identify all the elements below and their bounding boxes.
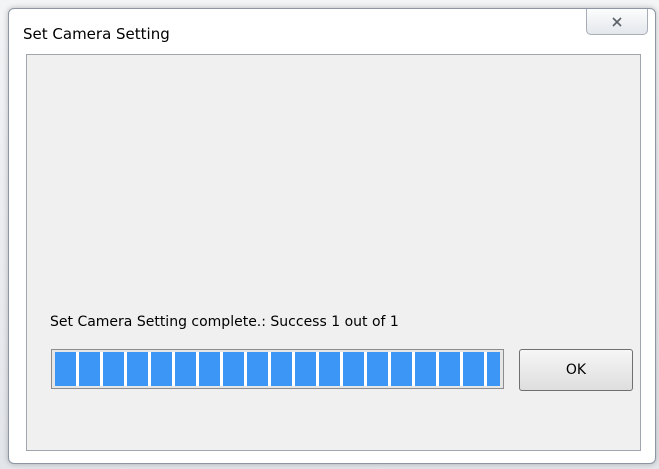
- close-button[interactable]: [586, 9, 648, 35]
- dialog-client-area: Set Camera Setting complete.: Success 1 …: [26, 54, 641, 451]
- status-message: Set Camera Setting complete.: Success 1 …: [50, 314, 399, 330]
- set-camera-setting-dialog: Set Camera Setting Set Camera Setting co…: [8, 8, 656, 464]
- progress-bar-fill: [55, 352, 500, 386]
- title-bar[interactable]: Set Camera Setting: [9, 9, 655, 55]
- progress-bar: [51, 349, 504, 389]
- close-icon: [612, 16, 622, 27]
- ok-button[interactable]: OK: [519, 349, 633, 391]
- window-title: Set Camera Setting: [23, 25, 170, 43]
